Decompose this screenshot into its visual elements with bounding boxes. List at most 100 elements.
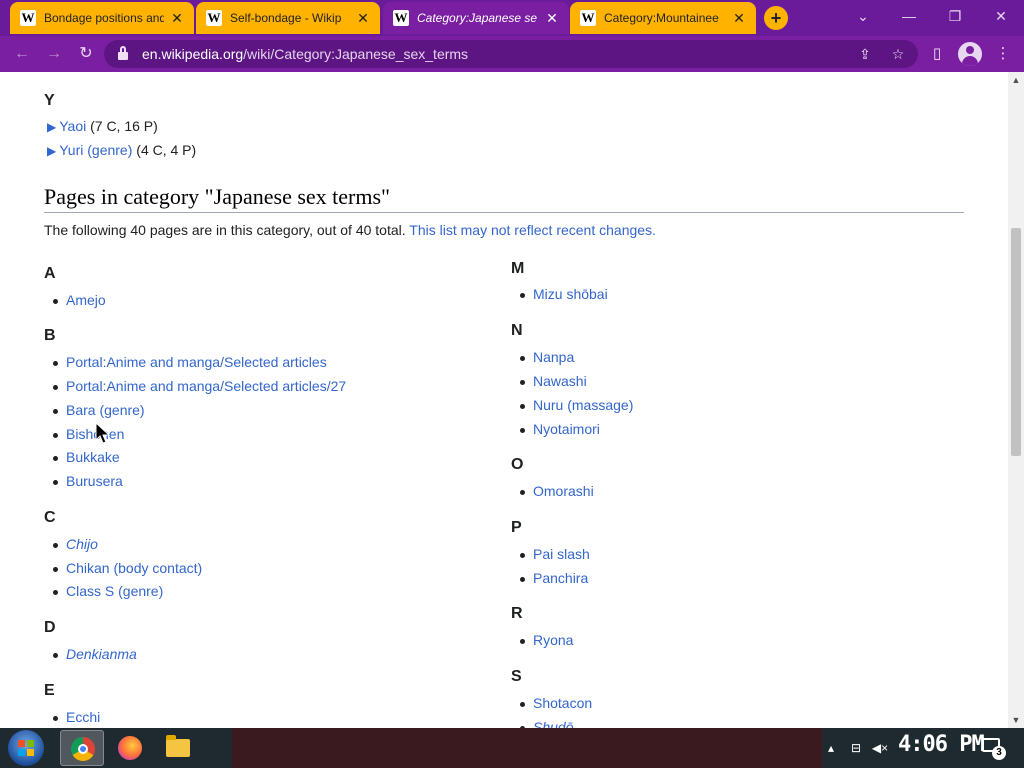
close-tab-icon[interactable]: ✕ <box>356 11 370 25</box>
page-link[interactable]: Mizu shōbai <box>511 286 608 302</box>
page-link[interactable]: Omorashi <box>511 483 594 499</box>
expand-triangle-icon[interactable]: ▶ <box>47 120 56 134</box>
letter-heading: E <box>44 682 55 699</box>
side-panel-icon[interactable]: ▯ <box>926 43 948 65</box>
mouse-cursor-icon <box>95 422 111 444</box>
url-host: en.wikipedia.org <box>142 46 244 62</box>
notification-count-badge: 3 <box>992 746 1006 760</box>
page-link[interactable]: Shudō <box>511 719 573 728</box>
tab-title: Bondage positions and <box>44 11 164 25</box>
close-tab-icon[interactable]: ✕ <box>732 11 746 25</box>
pages-intro: The following 40 pages are in this categ… <box>44 222 656 238</box>
tab-title: Category:Mountainee <box>604 11 719 25</box>
start-button[interactable] <box>8 730 44 766</box>
letter-heading: P <box>511 519 522 536</box>
restore-icon[interactable]: ❐ <box>940 6 970 26</box>
pages-intro-text: The following 40 pages are in this categ… <box>44 222 406 238</box>
subcategory-counts: (7 C, 16 P) <box>90 118 158 134</box>
tab-category-japanese[interactable]: W Category:Japanese se ✕ <box>383 2 569 34</box>
page-link[interactable]: Pai slash <box>511 546 590 562</box>
page-link[interactable]: Bara (genre) <box>44 402 145 418</box>
taskbar-chrome[interactable] <box>60 730 104 766</box>
page-link[interactable]: Chijo <box>44 536 98 552</box>
taskbar-clock[interactable]: 4:06 PM <box>898 732 985 757</box>
subcategory-link[interactable]: Yaoi <box>59 118 86 134</box>
reload-icon[interactable]: ↻ <box>75 43 97 65</box>
wikipedia-favicon-icon: W <box>580 10 596 26</box>
tab-title: Self-bondage - Wikip <box>230 11 342 25</box>
page-link[interactable]: Panchira <box>511 570 588 586</box>
page-link[interactable]: Nuru (massage) <box>511 397 633 413</box>
page-link[interactable]: Chikan (body contact) <box>44 560 202 576</box>
subcategory-link[interactable]: Yuri (genre) <box>59 142 132 158</box>
page-link[interactable]: Bishōnen <box>44 426 124 442</box>
wikipedia-favicon-icon: W <box>206 10 222 26</box>
recent-changes-link[interactable]: This list may not reflect recent changes… <box>409 222 656 238</box>
page-viewport: Y ▶ Yaoi (7 C, 16 P) ▶ Yuri (genre) (4 C, … <box>0 72 1008 728</box>
new-tab-button[interactable]: + <box>764 6 788 30</box>
tab-search-icon[interactable]: ⌄ <box>848 6 878 26</box>
url-text[interactable]: en.wikipedia.org/wiki/Category:Japanese_… <box>142 46 468 62</box>
share-icon[interactable]: ⇪ <box>856 45 874 63</box>
page-link[interactable]: Nyotaimori <box>511 421 600 437</box>
letter-heading: C <box>44 509 56 526</box>
page-link[interactable]: Portal:Anime and manga/Selected articles… <box>44 378 346 394</box>
tab-strip: W Bondage positions and ✕ W Self-bondage… <box>0 0 1024 36</box>
volume-muted-icon[interactable]: ◀× <box>870 738 890 758</box>
close-tab-icon[interactable]: ✕ <box>170 11 184 25</box>
windows-taskbar: ▴ ⊟ ◀× 4:06 PM 3 <box>0 728 1024 768</box>
tab-title: Category:Japanese se <box>417 11 538 25</box>
letter-heading: R <box>511 605 523 622</box>
taskbar-file-explorer[interactable] <box>156 730 200 766</box>
firefox-icon <box>118 736 142 760</box>
page-link[interactable]: Portal:Anime and manga/Selected articles <box>44 354 327 370</box>
network-icon[interactable]: ⊟ <box>846 738 866 758</box>
browser-toolbar: ← → ↻ en.wikipedia.org/wiki/Category:Jap… <box>0 36 1024 72</box>
subcategory-item: ▶ Yaoi (7 C, 16 P) <box>47 118 158 134</box>
close-window-icon[interactable]: ✕ <box>986 6 1016 26</box>
expand-triangle-icon[interactable]: ▶ <box>47 144 56 158</box>
back-icon[interactable]: ← <box>11 43 33 65</box>
page-link[interactable]: Ryona <box>511 632 573 648</box>
page-link[interactable]: Class S (genre) <box>44 583 163 599</box>
letter-heading: O <box>511 456 524 473</box>
file-explorer-icon <box>166 735 190 757</box>
page-link[interactable]: Shotacon <box>511 695 592 711</box>
tab-bondage-positions[interactable]: W Bondage positions and ✕ <box>10 2 194 34</box>
page-link[interactable]: Nawashi <box>511 373 587 389</box>
page-link[interactable]: Nanpa <box>511 349 574 365</box>
page-link[interactable]: Ecchi <box>44 709 100 725</box>
star-icon[interactable]: ☆ <box>889 45 907 63</box>
close-tab-icon[interactable]: ✕ <box>545 11 559 25</box>
tab-category-mountaineering[interactable]: W Category:Mountainee ✕ <box>570 2 756 34</box>
pages-section-heading: Pages in category "Japanese sex terms" <box>44 184 964 213</box>
page-link[interactable]: Amejo <box>44 292 106 308</box>
page-link[interactable]: Bukkake <box>44 449 120 465</box>
scroll-up-arrow-icon[interactable]: ▲ <box>1008 72 1024 88</box>
page-scrollbar[interactable]: ▲ ▼ <box>1008 72 1024 728</box>
kebab-menu-icon[interactable]: ⋮ <box>992 43 1014 65</box>
letter-heading: B <box>44 327 56 344</box>
taskbar-firefox[interactable] <box>108 730 152 766</box>
page-link[interactable]: Burusera <box>44 473 123 489</box>
page-link[interactable]: Denkianma <box>44 646 137 662</box>
minimize-icon[interactable]: — <box>894 6 924 26</box>
letter-heading: D <box>44 619 56 636</box>
subcategory-letter-heading: Y <box>44 92 55 109</box>
scroll-down-arrow-icon[interactable]: ▼ <box>1008 712 1024 728</box>
address-bar[interactable]: en.wikipedia.org/wiki/Category:Japanese_… <box>104 40 918 68</box>
show-hidden-icons-icon[interactable]: ▴ <box>824 738 838 758</box>
notification-center-icon[interactable]: 3 <box>982 738 1006 760</box>
tab-self-bondage[interactable]: W Self-bondage - Wikip ✕ <box>196 2 380 34</box>
scrollbar-thumb[interactable] <box>1011 228 1021 456</box>
subcategory-counts: (4 C, 4 P) <box>136 142 197 158</box>
forward-icon[interactable]: → <box>43 43 65 65</box>
avatar-icon[interactable] <box>958 42 982 66</box>
chrome-icon <box>71 737 95 761</box>
lock-icon[interactable] <box>118 46 128 60</box>
desktop-wallpaper-strip <box>232 728 822 768</box>
letter-heading: M <box>511 260 525 277</box>
letter-heading: S <box>511 668 522 685</box>
url-path: /wiki/Category:Japanese_sex_terms <box>243 46 469 62</box>
letter-heading: N <box>511 322 523 339</box>
